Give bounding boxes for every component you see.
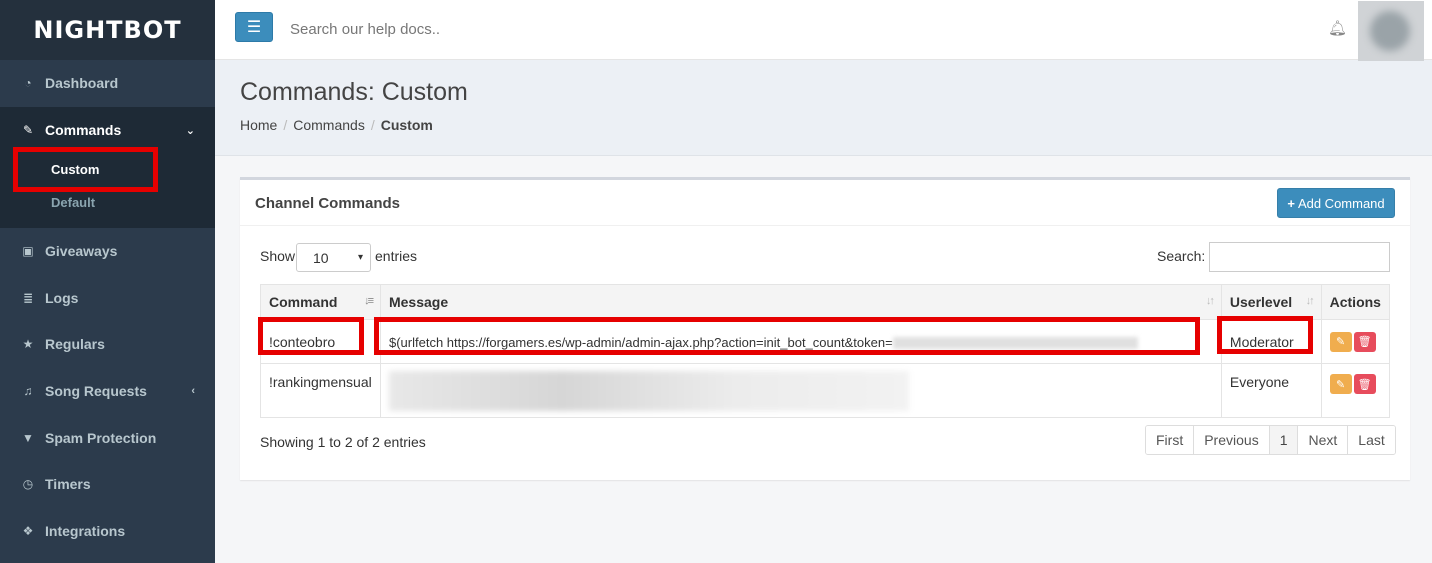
page-title: Commands: Custom xyxy=(240,78,468,106)
highlight-box xyxy=(13,147,158,192)
entries-select[interactable]: 10 ▾ xyxy=(296,243,371,272)
showing-info: Showing 1 to 2 of 2 entries xyxy=(260,434,426,450)
search-label: Search: xyxy=(1157,248,1206,264)
sort-asc-icon: ↓≡ xyxy=(364,295,374,307)
breadcrumb-home[interactable]: Home xyxy=(240,117,277,133)
dashboard-icon: ◔ xyxy=(24,76,32,90)
edit-icon: ✎ xyxy=(1336,378,1346,391)
pagination: First Previous 1 Next Last xyxy=(1145,425,1396,455)
edit-icon: ✎ xyxy=(1336,336,1346,348)
delete-button[interactable]: 🗑︎ xyxy=(1353,374,1376,394)
sidebar: NIGHTBOT ◔ Dashboard ✎ Commands ⌄ Custom… xyxy=(0,0,215,563)
submenu-item-default[interactable]: Default xyxy=(51,195,95,210)
gift-icon: ▣ xyxy=(22,244,34,258)
sidebar-item-spam-protection[interactable]: ▼ Spam Protection xyxy=(0,415,215,461)
music-icon: ♫ xyxy=(23,384,33,398)
sidebar-item-song-requests[interactable]: ♫ Song Requests ‹ xyxy=(0,368,215,414)
entries-label: entries xyxy=(375,248,418,264)
header-actions: Actions xyxy=(1320,284,1391,320)
sidebar-item-integrations[interactable]: ❖ Integrations xyxy=(0,508,215,554)
chevron-left-icon: ‹ xyxy=(191,385,195,397)
trash-icon: 🗑︎ xyxy=(1357,378,1372,391)
sort-icon: ↓↑ xyxy=(1305,295,1315,307)
sort-icon: ↓↑ xyxy=(1205,295,1215,307)
highlight-box xyxy=(374,317,1200,355)
nightbot-logo[interactable]: NIGHTBOT xyxy=(0,0,215,60)
pager-last[interactable]: Last xyxy=(1348,426,1395,454)
breadcrumb: Home / Commands / Custom xyxy=(240,117,433,133)
highlight-box xyxy=(1217,316,1313,354)
sidebar-item-regulars[interactable]: ★ Regulars xyxy=(0,321,215,367)
show-label: Show xyxy=(260,248,296,264)
cell-actions: ✎ 🗑︎ xyxy=(1320,363,1391,418)
pager-first[interactable]: First xyxy=(1146,426,1195,454)
header-command[interactable]: Command ↓≡ xyxy=(260,284,381,320)
table-row: !rankingmensual Everyone ✎ 🗑︎ xyxy=(260,363,1391,418)
sidebar-item-dashboard[interactable]: ◔ Dashboard xyxy=(0,60,215,106)
pager-page-1[interactable]: 1 xyxy=(1269,426,1299,454)
clock-icon: ◷ xyxy=(22,477,34,491)
cell-actions: ✎ 🗑︎ xyxy=(1320,319,1391,364)
bell-icon[interactable]: 🔔︎ xyxy=(1328,19,1347,37)
cell-message xyxy=(379,363,1222,418)
edit-button[interactable]: ✎ xyxy=(1329,331,1352,352)
cell-command: !rankingmensual xyxy=(260,363,381,418)
add-command-button[interactable]: + Add Command xyxy=(1277,188,1395,218)
highlight-box xyxy=(258,317,364,355)
header-userlevel[interactable]: Userlevel ↓↑ xyxy=(1220,284,1322,320)
breadcrumb-custom: Custom xyxy=(380,117,433,133)
breadcrumb-commands[interactable]: Commands xyxy=(293,117,365,133)
hamburger-icon: ☰ xyxy=(246,19,262,36)
cell-userlevel: Everyone xyxy=(1220,363,1322,418)
star-icon: ★ xyxy=(22,337,34,351)
redacted-message xyxy=(388,370,909,411)
database-icon: ≣ xyxy=(22,291,34,305)
table-search-input[interactable] xyxy=(1209,242,1390,272)
wand-icon: ✎ xyxy=(22,123,34,137)
avatar[interactable] xyxy=(1358,1,1424,61)
chevron-down-icon: ▾ xyxy=(357,252,363,263)
trash-icon: 🗑︎ xyxy=(1357,336,1372,348)
menu-toggle-button[interactable]: ☰ xyxy=(235,12,273,42)
filter-icon: ▼ xyxy=(22,431,34,445)
pager-previous[interactable]: Previous xyxy=(1194,426,1270,454)
box-title: Channel Commands xyxy=(255,195,401,212)
sidebar-item-giveaways[interactable]: ▣ Giveaways xyxy=(0,228,215,274)
plus-icon: + xyxy=(1287,195,1295,211)
pager-next[interactable]: Next xyxy=(1298,426,1349,454)
chevron-down-icon: ⌄ xyxy=(185,124,195,137)
cubes-icon: ❖ xyxy=(22,524,34,538)
help-search-input[interactable] xyxy=(290,16,690,42)
delete-button[interactable]: 🗑︎ xyxy=(1353,331,1376,352)
edit-button[interactable]: ✎ xyxy=(1329,374,1352,394)
sidebar-item-timers[interactable]: ◷ Timers xyxy=(0,461,215,507)
header-message[interactable]: Message ↓↑ xyxy=(379,284,1222,320)
sidebar-item-logs[interactable]: ≣ Logs xyxy=(0,275,215,321)
top-header: ☰ 🔔︎ xyxy=(215,0,1432,61)
